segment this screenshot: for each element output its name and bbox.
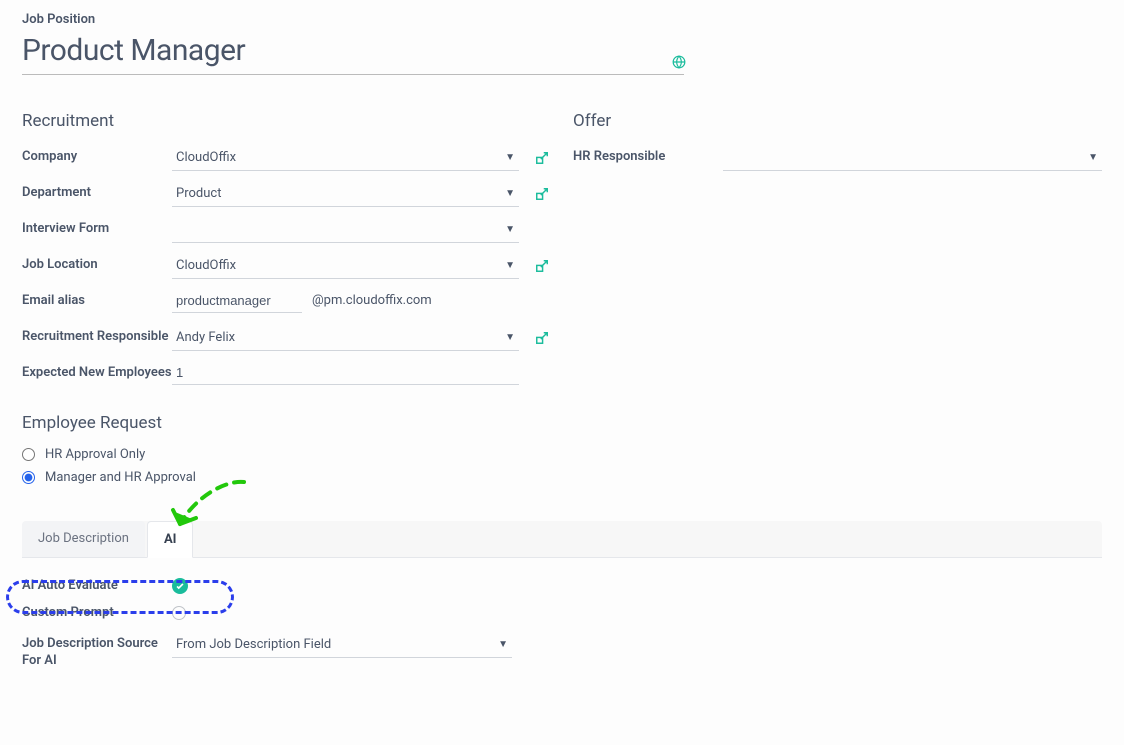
popout-icon[interactable] — [533, 329, 551, 347]
job-position-title[interactable]: Product Manager — [22, 33, 684, 68]
recruitment-section: Recruitment Company CloudOffix ▼ Departm… — [22, 111, 551, 493]
department-value: Product — [176, 186, 221, 201]
department-label: Department — [22, 181, 172, 202]
offer-heading: Offer — [573, 111, 1102, 131]
custom-prompt-label: Custom Prompt — [22, 605, 172, 622]
manager-hr-approval-radio[interactable] — [22, 471, 35, 484]
ai-tab-panel: AI Auto Evaluate Custom Prompt Job Descr… — [22, 558, 1102, 710]
popout-icon[interactable] — [533, 149, 551, 167]
jd-source-value: From Job Description Field — [176, 637, 331, 652]
hr-responsible-select[interactable]: ▼ — [723, 145, 1102, 171]
company-label: Company — [22, 145, 172, 166]
recruitment-responsible-value: Andy Felix — [176, 330, 235, 345]
interview-form-select[interactable]: ▼ — [172, 217, 519, 243]
chevron-down-icon: ▼ — [505, 188, 519, 199]
hr-approval-only-label[interactable]: HR Approval Only — [45, 447, 145, 462]
company-select[interactable]: CloudOffix ▼ — [172, 145, 519, 171]
chevron-down-icon: ▼ — [505, 260, 519, 271]
form-columns: Recruitment Company CloudOffix ▼ Departm… — [22, 111, 1102, 493]
expected-new-label: Expected New Employees — [22, 361, 172, 382]
jd-source-select[interactable]: From Job Description Field ▼ — [172, 632, 512, 658]
interview-form-label: Interview Form — [22, 217, 172, 238]
recruitment-responsible-label: Recruitment Responsible — [22, 325, 172, 346]
recruitment-responsible-select[interactable]: Andy Felix ▼ — [172, 325, 519, 351]
manager-hr-approval-label[interactable]: Manager and HR Approval — [45, 470, 196, 485]
email-alias-input[interactable] — [172, 289, 302, 313]
hr-approval-only-radio[interactable] — [22, 448, 35, 461]
popout-icon[interactable] — [533, 185, 551, 203]
company-value: CloudOffix — [176, 150, 236, 165]
email-alias-label: Email alias — [22, 289, 172, 310]
tab-ai[interactable]: AI — [147, 521, 194, 558]
ai-auto-evaluate-checkbox[interactable] — [172, 578, 188, 594]
offer-section: Offer HR Responsible ▼ — [573, 111, 1102, 493]
popout-icon[interactable] — [533, 257, 551, 275]
tab-job-description[interactable]: Job Description — [22, 521, 145, 557]
job-location-label: Job Location — [22, 253, 172, 274]
globe-icon[interactable] — [672, 55, 686, 69]
jd-source-label: Job Description Source For AI — [22, 632, 172, 670]
expected-new-input[interactable] — [172, 361, 519, 385]
job-location-select[interactable]: CloudOffix ▼ — [172, 253, 519, 279]
chevron-down-icon: ▼ — [505, 332, 519, 343]
job-location-value: CloudOffix — [176, 258, 236, 273]
chevron-down-icon: ▼ — [505, 152, 519, 163]
ai-auto-evaluate-label: AI Auto Evaluate — [22, 578, 172, 595]
employee-request-section: Employee Request HR Approval Only Manage… — [22, 413, 551, 485]
email-domain-text: @pm.cloudoffix.com — [312, 293, 432, 310]
job-position-section: Job Position Product Manager — [22, 12, 1102, 75]
tab-bar: Job Description AI — [22, 521, 1102, 558]
recruitment-heading: Recruitment — [22, 111, 551, 131]
title-wrap: Product Manager — [22, 33, 684, 75]
job-position-label: Job Position — [22, 12, 1102, 27]
custom-prompt-checkbox[interactable] — [172, 606, 186, 620]
chevron-down-icon: ▼ — [1088, 152, 1102, 163]
chevron-down-icon: ▼ — [498, 639, 512, 650]
chevron-down-icon: ▼ — [505, 224, 519, 235]
department-select[interactable]: Product ▼ — [172, 181, 519, 207]
employee-request-heading: Employee Request — [22, 413, 551, 433]
hr-responsible-label: HR Responsible — [573, 145, 723, 166]
